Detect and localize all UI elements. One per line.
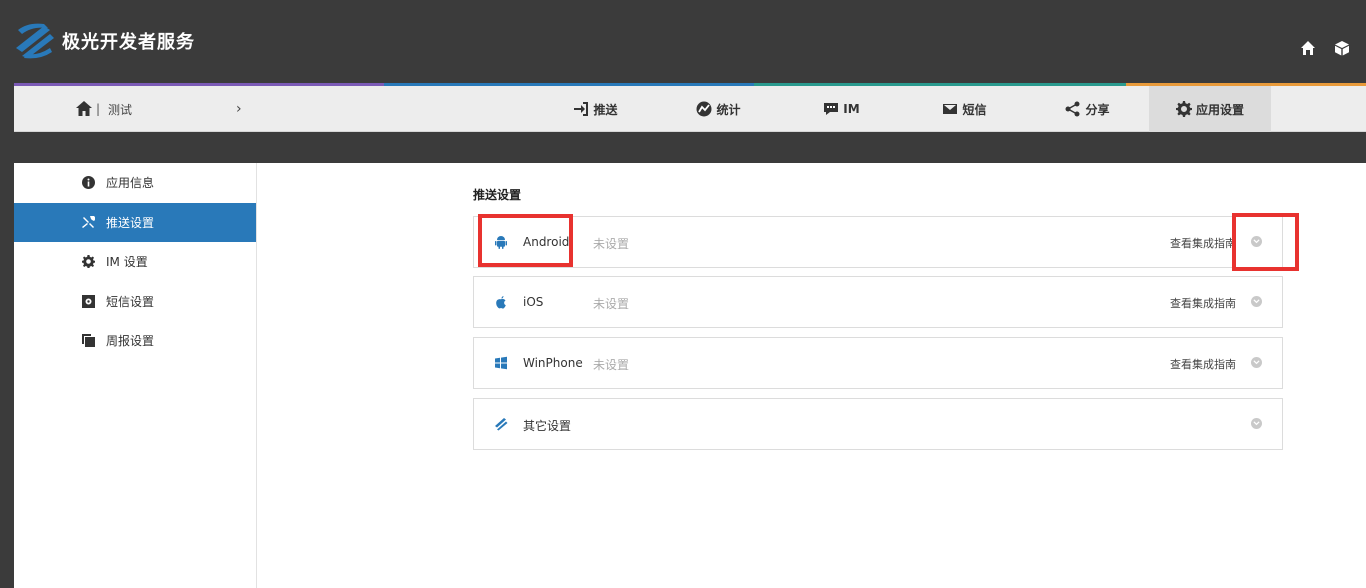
panel-winphone[interactable]: WinPhone 未设置 查看集成指南 xyxy=(473,337,1283,389)
sidebar-item-im-settings[interactable]: IM 设置 xyxy=(14,242,256,282)
panel-name: 其它设置 xyxy=(523,419,572,433)
logo-text: 极光开发者服务 xyxy=(62,32,195,53)
apple-icon xyxy=(494,295,508,309)
sidebar-item-weekly-report[interactable]: 周报设置 xyxy=(14,321,256,361)
chevron-down-icon[interactable] xyxy=(1251,296,1262,307)
breadcrumb: | 测试 › xyxy=(76,86,242,132)
sms-icon xyxy=(943,104,958,114)
jiguang-logo-icon xyxy=(16,23,54,59)
cube-icon[interactable] xyxy=(1334,40,1350,56)
panel-ios[interactable]: iOS 未设置 查看集成指南 xyxy=(473,276,1283,328)
breadcrumb-current[interactable]: 测试 xyxy=(108,101,132,118)
sidebar-item-label: 周报设置 xyxy=(106,334,155,349)
chat-icon xyxy=(824,103,839,115)
panel-name: WinPhone xyxy=(523,356,583,370)
tab-stats[interactable]: 统计 xyxy=(657,86,780,132)
panel-other-settings[interactable]: 其它设置 xyxy=(473,398,1283,450)
tab-label: IM xyxy=(843,102,860,116)
integration-guide-link[interactable]: 查看集成指南 xyxy=(1170,356,1236,372)
share-icon xyxy=(1065,101,1080,117)
sidebar-item-label: 应用信息 xyxy=(106,176,155,191)
sidebar-item-push-settings[interactable]: 推送设置 xyxy=(14,202,256,242)
chevron-down-icon[interactable] xyxy=(1251,357,1262,368)
sidebar-item-app-info[interactable]: 应用信息 xyxy=(14,163,256,203)
sidebar: 应用信息 推送设置 IM 设置 短信设置 周报设置 xyxy=(14,163,257,588)
sidebar-item-label: IM 设置 xyxy=(106,255,148,270)
stats-icon xyxy=(696,101,712,117)
info-icon xyxy=(82,176,95,190)
chevron-down-icon[interactable] xyxy=(1251,418,1262,429)
tab-im[interactable]: IM xyxy=(780,86,903,132)
top-header: 极光开发者服务 xyxy=(0,0,1366,84)
tab-sms[interactable]: 短信 xyxy=(903,86,1026,132)
nav-bar: | 测试 › 推送 统计 IM 短信 分享 应用设置 xyxy=(14,86,1366,132)
tab-label: 应用设置 xyxy=(1195,102,1244,117)
tab-label: 统计 xyxy=(716,102,741,117)
panel-status: 未设置 xyxy=(593,237,630,251)
tab-label: 推送 xyxy=(593,102,618,117)
tab-push[interactable]: 推送 xyxy=(534,86,657,132)
breadcrumb-separator: | xyxy=(96,102,101,116)
sms-settings-icon xyxy=(82,294,95,308)
integration-guide-link[interactable]: 查看集成指南 xyxy=(1170,295,1236,311)
main-panel: 推送设置 Android 未设置 查看集成指南 iOS 未设置 查看集成指南 W… xyxy=(473,163,1283,588)
sidebar-item-label: 短信设置 xyxy=(106,294,155,309)
sidebar-item-label: 推送设置 xyxy=(106,215,155,230)
tab-label: 短信 xyxy=(962,102,987,117)
highlight-expand-chevron xyxy=(1232,213,1299,271)
panel-android[interactable]: Android 未设置 查看集成指南 xyxy=(473,216,1283,268)
panel-status: 未设置 xyxy=(593,358,630,372)
gear-icon xyxy=(1175,101,1192,117)
tools-icon xyxy=(82,215,95,228)
panel-name: iOS xyxy=(523,295,544,309)
tab-label: 分享 xyxy=(1085,102,1110,117)
logo[interactable]: 极光开发者服务 xyxy=(14,22,195,60)
panel-status: 未设置 xyxy=(593,297,630,311)
highlight-android xyxy=(478,214,573,267)
jiguang-icon xyxy=(494,417,508,431)
main-tabs: 推送 统计 IM 短信 分享 应用设置 xyxy=(534,86,1271,132)
section-title: 推送设置 xyxy=(473,188,522,202)
breadcrumb-home-icon[interactable] xyxy=(76,101,92,117)
windows-icon xyxy=(494,356,508,370)
breadcrumb-chevron-right-icon[interactable]: › xyxy=(236,101,242,117)
tab-app-settings[interactable]: 应用设置 xyxy=(1149,86,1271,132)
top-icons xyxy=(1300,40,1350,56)
cog-icon xyxy=(82,255,95,269)
home-icon[interactable] xyxy=(1300,40,1316,56)
integration-guide-link[interactable]: 查看集成指南 xyxy=(1170,235,1236,251)
content-area: 应用信息 推送设置 IM 设置 短信设置 周报设置 推送设置 Android 未… xyxy=(14,163,1366,588)
tab-share[interactable]: 分享 xyxy=(1026,86,1149,132)
report-icon xyxy=(82,334,95,348)
push-icon xyxy=(574,102,589,116)
sidebar-item-sms-settings[interactable]: 短信设置 xyxy=(14,282,256,322)
